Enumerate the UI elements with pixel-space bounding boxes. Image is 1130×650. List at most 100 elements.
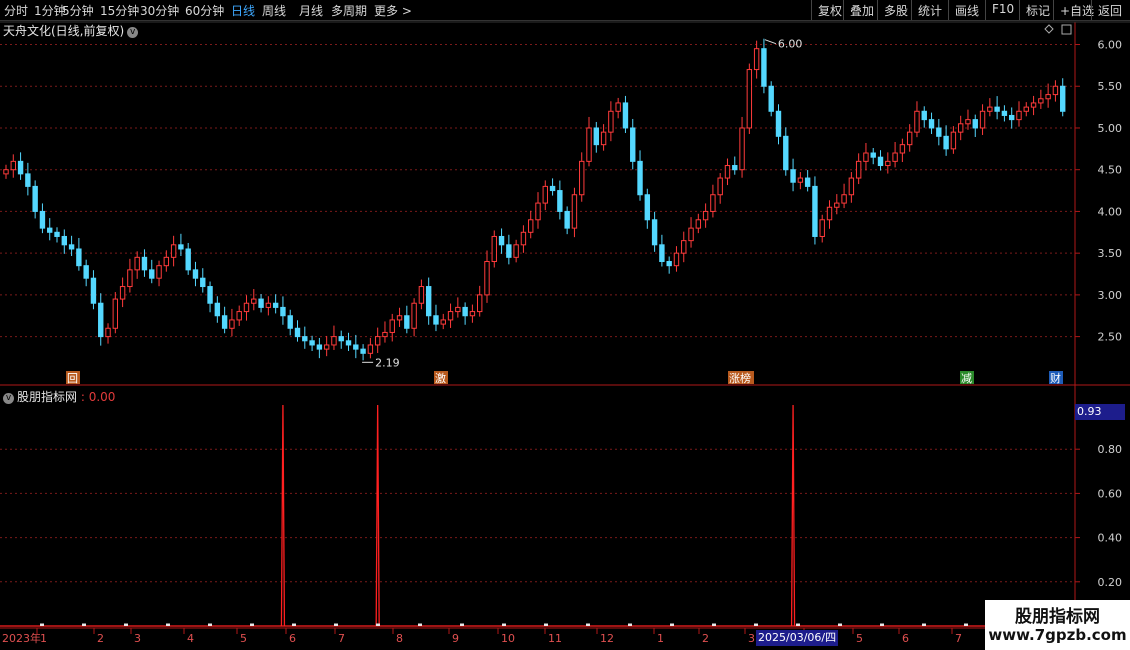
candle-body bbox=[90, 277, 97, 304]
indicator-baseline-marker bbox=[712, 623, 716, 626]
candle-body bbox=[221, 315, 228, 329]
price-axis-label: 4.50 bbox=[1098, 164, 1123, 177]
xaxis-label: 3 bbox=[134, 632, 141, 645]
indicator-baseline-marker bbox=[838, 623, 842, 626]
candle-body bbox=[484, 261, 490, 296]
candle-body bbox=[163, 256, 170, 267]
indicator-baseline-marker bbox=[754, 623, 758, 626]
indicator-spike bbox=[280, 404, 286, 627]
candle-body bbox=[119, 286, 126, 300]
candle-body bbox=[98, 302, 104, 338]
candle-body bbox=[790, 169, 796, 183]
candle-body bbox=[600, 131, 607, 146]
candle-body bbox=[1030, 102, 1037, 108]
candle-body bbox=[156, 265, 162, 279]
candle-body bbox=[710, 194, 716, 212]
candle-body bbox=[76, 248, 82, 267]
candle-body bbox=[914, 110, 920, 133]
candle-body bbox=[630, 127, 636, 162]
candle-body bbox=[418, 286, 425, 304]
candle-body bbox=[469, 311, 476, 317]
candle-body bbox=[207, 286, 213, 304]
indicator-axis-label: 0.60 bbox=[1098, 487, 1123, 500]
candle-body bbox=[433, 315, 439, 325]
candle-body bbox=[54, 231, 60, 237]
candle-body bbox=[83, 265, 89, 279]
signal-tag: 财 bbox=[1050, 371, 1061, 385]
low-label: 2.19 bbox=[375, 356, 400, 369]
candle-body bbox=[1008, 114, 1015, 121]
xaxis-label: 12 bbox=[600, 632, 614, 645]
candle-body bbox=[149, 269, 155, 279]
candle-body bbox=[105, 327, 111, 338]
candle-body bbox=[61, 235, 68, 246]
xaxis-label: 10 bbox=[501, 632, 515, 645]
indicator-axis-label: 0.40 bbox=[1098, 532, 1123, 545]
price-axis-label: 5.00 bbox=[1098, 122, 1123, 135]
candle-body bbox=[906, 131, 913, 146]
candle-body bbox=[287, 315, 293, 329]
candle-body bbox=[812, 185, 818, 237]
candle-body bbox=[32, 185, 38, 212]
candle-body bbox=[724, 165, 731, 179]
candle-body bbox=[586, 127, 592, 162]
candle-body bbox=[732, 165, 738, 171]
candle-body bbox=[3, 169, 9, 175]
candle-body bbox=[783, 135, 789, 171]
xaxis-label: 11 bbox=[548, 632, 562, 645]
candle-body bbox=[987, 106, 993, 112]
candle-body bbox=[520, 231, 527, 246]
panel-toggle-icon bbox=[1061, 24, 1072, 35]
candle-body bbox=[877, 156, 884, 167]
indicator-baseline-marker bbox=[922, 623, 926, 626]
candle-body bbox=[229, 319, 235, 329]
indicator-baseline-marker bbox=[292, 623, 296, 626]
candle-body bbox=[25, 173, 31, 187]
candle-body bbox=[47, 227, 53, 233]
high-label: 6.00 bbox=[778, 38, 803, 51]
xaxis-label: 3 bbox=[748, 632, 755, 645]
candle-body bbox=[455, 306, 461, 313]
candle-body bbox=[1045, 94, 1051, 100]
cursor-date: 2025/03/06/四 bbox=[756, 630, 839, 646]
candle-body bbox=[739, 127, 745, 171]
candle-body bbox=[1001, 110, 1008, 116]
candle-body bbox=[192, 269, 199, 279]
indicator-baseline-marker bbox=[880, 623, 884, 626]
candle-body bbox=[797, 177, 804, 183]
price-axis-label: 5.50 bbox=[1098, 80, 1123, 93]
candle-body bbox=[819, 219, 825, 237]
indicator-value: : 0.00 bbox=[80, 390, 116, 404]
candle-body bbox=[637, 160, 643, 196]
indicator-spike bbox=[375, 404, 380, 627]
watermark-logo: 股朋指标网 www.7gpzb.com bbox=[985, 600, 1130, 650]
candle-body bbox=[870, 152, 876, 158]
candle-body bbox=[323, 344, 330, 350]
watermark-title: 股朋指标网 bbox=[1015, 607, 1100, 627]
candle-body bbox=[112, 298, 119, 329]
indicator-baseline-marker bbox=[670, 623, 674, 626]
price-axis-label: 4.00 bbox=[1098, 205, 1123, 218]
indicator-axis-label: 0.80 bbox=[1098, 443, 1123, 456]
indicator-baseline-marker bbox=[586, 623, 590, 626]
candle-body bbox=[345, 340, 352, 346]
kline-chart[interactable]: 6.00 5.50 5.00 4.50 4.00 3.50 3.00 2.50 0.80 0.60… bbox=[0, 0, 1130, 650]
candle-body bbox=[265, 302, 272, 308]
candle-body bbox=[200, 277, 206, 288]
candle-body bbox=[528, 219, 534, 233]
candle-body bbox=[965, 119, 971, 125]
candle-body bbox=[994, 106, 1000, 112]
candle-body bbox=[564, 210, 570, 229]
candle-body bbox=[411, 302, 417, 329]
xaxis-label: 8 bbox=[396, 632, 403, 645]
candle-body bbox=[899, 144, 906, 154]
candle-body bbox=[440, 319, 446, 325]
candle-body bbox=[804, 177, 811, 187]
price-axis-label: 2.50 bbox=[1098, 331, 1123, 344]
candle-body bbox=[141, 256, 148, 271]
candle-body bbox=[302, 336, 308, 342]
xaxis-label: 9 bbox=[452, 632, 459, 645]
chevron-down-icon[interactable]: v bbox=[3, 393, 14, 404]
indicator-spike bbox=[790, 404, 796, 627]
candle-body bbox=[885, 160, 891, 167]
